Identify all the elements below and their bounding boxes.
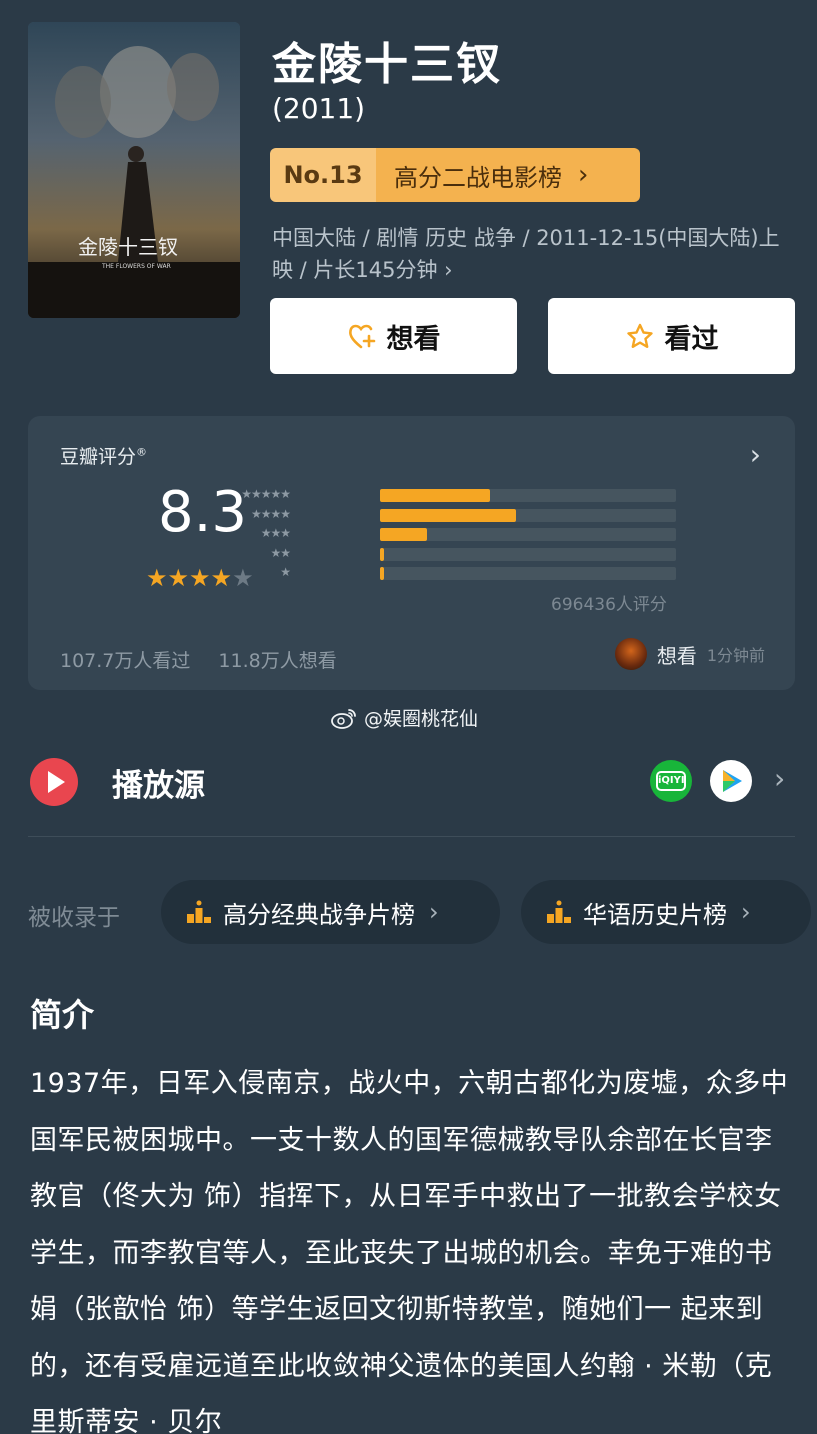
rating-bar-track	[380, 528, 676, 541]
intro-heading: 简介	[30, 996, 95, 1034]
list-chip-chinese-history[interactable]: 华语历史片榜 ›	[521, 880, 811, 944]
watched-button[interactable]: 看过	[548, 298, 795, 374]
divider	[28, 836, 795, 837]
list-chip-war-classics[interactable]: 高分经典战争片榜 ›	[161, 880, 500, 944]
want-count: 11.8万人想看	[218, 650, 337, 672]
avatar	[614, 638, 647, 670]
rating-bar-stars: ★★	[270, 545, 291, 560]
rating-bar-track	[380, 567, 676, 580]
rating-bar-track	[380, 489, 676, 502]
rating-bar-track	[380, 508, 676, 522]
intro-text: 1937年，日军入侵南京，战火中，六朝古都化为废墟，众多中国军民被困城中。一支十…	[30, 1068, 789, 1434]
want-to-watch-button[interactable]: 想看	[270, 298, 517, 374]
recent-activity[interactable]: 想看 1分钟前	[614, 638, 765, 670]
rating-bar-stars: ★★★★★	[241, 487, 291, 501]
movie-title: 金陵十三钗	[272, 39, 502, 90]
watermark-text: @娱圈桃花仙	[364, 708, 479, 730]
rank-badge[interactable]: No.13 高分二战电影榜 ›	[270, 148, 640, 202]
seen-label: 看过	[664, 323, 719, 355]
star-filled-icon: ★	[189, 564, 211, 592]
rating-title: 豆瓣评分®	[60, 442, 147, 469]
star-outline-icon	[626, 323, 653, 348]
ranking-icon	[547, 900, 571, 923]
rating-bar-fill	[380, 547, 384, 561]
star-filled-icon: ★	[146, 564, 168, 592]
weibo-icon	[331, 708, 356, 729]
rating-bar-fill	[380, 567, 384, 580]
movie-year: (2011)	[272, 92, 366, 125]
chevron-right-icon: ›	[578, 160, 589, 190]
rank-list-label: 高分二战电影榜	[394, 163, 562, 192]
movie-poster[interactable]: 金陵十三钗 THE FLOWERS OF WAR	[28, 22, 240, 318]
chevron-right-icon[interactable]: ›	[750, 438, 761, 471]
rating-bar-fill	[380, 508, 517, 522]
list-chip-label: 华语历史片榜	[583, 900, 727, 929]
play-icon	[30, 758, 78, 806]
rating-card[interactable]: 豆瓣评分® › 8.3 ★★★★★ ★★★★★ ★★★★ ★★★ ★★ ★ 696436…	[28, 416, 795, 690]
rating-bar-stars: ★★★★	[250, 506, 291, 521]
collected-in-row: 被收录于 高分经典战争片榜 › 华语历史片榜 ›	[28, 880, 817, 944]
rating-bar-track	[380, 547, 676, 561]
chevron-right-icon: ›	[741, 898, 751, 926]
list-chip-label: 高分经典战争片榜	[223, 900, 415, 929]
play-source-label: 播放源	[112, 768, 205, 804]
chevron-right-icon[interactable]: ›	[774, 762, 785, 795]
play-source-row[interactable]: 播放源 iQIYI ›	[28, 752, 795, 812]
rank-list-name: 高分二战电影榜 ›	[376, 148, 640, 202]
watermark: @娱圈桃花仙	[330, 704, 478, 731]
heart-plus-icon	[348, 324, 375, 349]
rating-bar-stars: ★	[280, 565, 291, 579]
chevron-right-icon: ›	[429, 898, 439, 926]
seen-count: 107.7万人看过	[60, 650, 191, 672]
want-label: 想看	[386, 323, 441, 355]
ranking-icon	[187, 900, 211, 923]
registered-mark: ®	[136, 445, 148, 459]
tencent-video-logo	[723, 770, 742, 792]
iqiyi-icon[interactable]: iQIYI	[650, 760, 692, 802]
poster-title: 金陵十三钗	[78, 235, 178, 259]
rating-count: 696436人评分	[551, 595, 667, 615]
rating-bar-stars: ★★★	[260, 526, 291, 540]
poster-image: 金陵十三钗 THE FLOWERS OF WAR	[28, 22, 240, 318]
rank-number: No.13	[270, 148, 376, 202]
collected-label: 被收录于	[28, 905, 120, 931]
poster-subtitle: THE FLOWERS OF WAR	[101, 263, 171, 270]
star-filled-icon: ★	[167, 564, 190, 592]
iqiyi-logo-text: iQIYI	[656, 771, 686, 791]
tencent-video-icon[interactable]	[710, 760, 752, 802]
rating-title-text: 豆瓣评分	[60, 446, 137, 468]
movie-meta[interactable]: 中国大陆 / 剧情 历史 战争 / 2011-12-15(中国大陆)上映 / 片…	[272, 222, 782, 286]
rating-bar-fill	[380, 528, 428, 541]
rating-stats: 107.7万人看过 11.8万人想看	[60, 646, 337, 673]
recent-time: 1分钟前	[706, 646, 765, 665]
rating-bar-fill	[380, 489, 490, 502]
recent-action: 想看	[656, 643, 697, 668]
